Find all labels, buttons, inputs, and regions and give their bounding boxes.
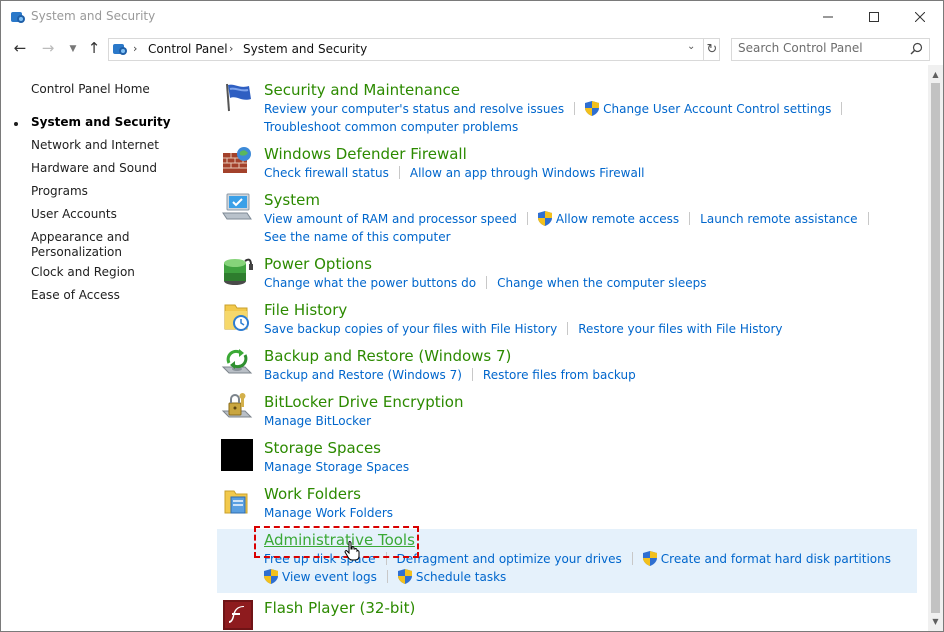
category-title[interactable]: Security and Maintenance (264, 81, 460, 99)
category-title[interactable]: System (264, 191, 320, 209)
annotation-dashed-box (254, 526, 419, 558)
work-folders-icon[interactable] (221, 485, 253, 517)
address-bar[interactable]: › Control Panel › System and Security ⌄ … (108, 38, 720, 61)
back-arrow-icon[interactable]: ← (11, 39, 29, 57)
firewall-icon[interactable] (221, 145, 253, 177)
task-separator (386, 570, 388, 583)
navigation-bar: ← → ▼ ↑ › Control Panel › System and Sec… (1, 32, 943, 65)
search-box[interactable] (731, 38, 930, 61)
forward-arrow-icon[interactable]: → (39, 39, 57, 57)
minimize-button[interactable] (805, 1, 851, 32)
category-title[interactable]: BitLocker Drive Encryption (264, 393, 463, 411)
control-panel-icon (11, 12, 25, 23)
uac-shield-icon (264, 569, 278, 584)
window-title: System and Security (31, 9, 156, 23)
task-link[interactable]: Review your computer's status and resolv… (264, 102, 564, 116)
uac-shield-icon (585, 101, 600, 116)
task-link[interactable]: Defragment and optimize your drives (397, 552, 622, 566)
task-separator (486, 276, 488, 289)
storage-spaces-icon[interactable] (221, 439, 253, 471)
task-link[interactable]: Schedule tasks (416, 570, 506, 584)
battery-icon[interactable] (221, 255, 253, 287)
recent-locations-chevron-icon[interactable]: ▼ (64, 40, 82, 58)
task-link[interactable]: Restore files from backup (483, 368, 636, 382)
breadcrumb-chevron-icon[interactable]: › (133, 42, 137, 55)
task-separator (526, 212, 528, 225)
computer-icon[interactable] (221, 191, 253, 223)
task-link[interactable]: Backup and Restore (Windows 7) (264, 368, 462, 382)
breadcrumb-control-panel[interactable]: Control Panel (148, 42, 228, 56)
category-title[interactable]: Windows Defender Firewall (264, 145, 467, 163)
task-link[interactable]: Create and format hard disk partitions (661, 552, 891, 566)
scrollbar-thumb[interactable] (931, 83, 940, 613)
category-title[interactable]: Flash Player (32-bit) (264, 599, 415, 617)
task-separator (689, 212, 691, 225)
task-separator (841, 102, 843, 115)
scroll-up-arrow-icon[interactable]: ▲ (928, 67, 943, 82)
task-link[interactable]: View event logs (282, 570, 377, 584)
task-separator (398, 166, 400, 179)
scroll-down-arrow-icon[interactable]: ▼ (928, 614, 943, 629)
task-separator (471, 368, 473, 381)
up-arrow-icon[interactable]: ↑ (85, 39, 103, 57)
control-panel-window: System and Security ← → ▼ ↑ › Control Pa… (0, 0, 944, 632)
uac-shield-icon (642, 551, 657, 566)
control-panel-icon (113, 44, 127, 55)
minimize-icon (823, 16, 833, 17)
task-link[interactable]: Check firewall status (264, 166, 389, 180)
search-input[interactable] (738, 41, 903, 55)
breadcrumb-chevron-icon[interactable]: › (229, 42, 233, 55)
main-content: Security and Maintenance Review your com… (1, 65, 943, 631)
category-title[interactable]: Storage Spaces (264, 439, 381, 457)
task-link[interactable]: Manage BitLocker (264, 414, 371, 428)
task-link[interactable]: Restore your files with File History (578, 322, 782, 336)
task-link[interactable]: Change User Account Control settings (603, 102, 831, 116)
task-link[interactable]: Change what the power buttons do (264, 276, 476, 290)
task-link[interactable]: Save backup copies of your files with Fi… (264, 322, 557, 336)
breadcrumb-system-and-security[interactable]: System and Security (243, 42, 367, 56)
uac-shield-icon (397, 569, 412, 584)
task-link[interactable]: Allow remote access (556, 212, 679, 226)
task-separator (574, 102, 576, 115)
uac-shield-icon (537, 211, 552, 226)
close-button[interactable] (897, 1, 943, 32)
task-link[interactable]: See the name of this computer (264, 230, 451, 244)
task-link[interactable]: View amount of RAM and processor speed (264, 212, 517, 226)
close-icon (915, 11, 925, 22)
task-separator (867, 212, 869, 225)
category-title[interactable]: Power Options (264, 255, 372, 273)
category-title[interactable]: Work Folders (264, 485, 361, 503)
backup-restore-icon[interactable] (221, 347, 253, 379)
task-link[interactable]: Allow an app through Windows Firewall (410, 166, 645, 180)
file-history-icon[interactable] (221, 301, 253, 333)
task-link[interactable]: Troubleshoot common computer problems (264, 120, 518, 134)
vertical-scrollbar[interactable]: ▲ ▼ (928, 65, 943, 631)
task-link[interactable]: Launch remote assistance (700, 212, 857, 226)
search-icon[interactable] (910, 42, 923, 55)
flash-player-icon[interactable] (221, 599, 253, 631)
maximize-button[interactable] (851, 1, 897, 32)
task-separator (631, 552, 633, 565)
category-title[interactable]: Backup and Restore (Windows 7) (264, 347, 511, 365)
category-title[interactable]: File History (264, 301, 347, 319)
task-link[interactable]: Change when the computer sleeps (497, 276, 706, 290)
flag-icon[interactable] (221, 81, 253, 113)
bitlocker-icon[interactable] (221, 393, 253, 425)
title-bar: System and Security (1, 1, 943, 32)
task-separator (567, 322, 569, 335)
task-link[interactable]: Manage Storage Spaces (264, 460, 409, 474)
refresh-icon[interactable]: ↻ (703, 39, 720, 60)
hand-cursor-icon (344, 541, 360, 561)
task-link[interactable]: Manage Work Folders (264, 506, 393, 520)
address-dropdown-chevron-icon[interactable]: ⌄ (687, 41, 695, 52)
maximize-icon (869, 11, 879, 22)
